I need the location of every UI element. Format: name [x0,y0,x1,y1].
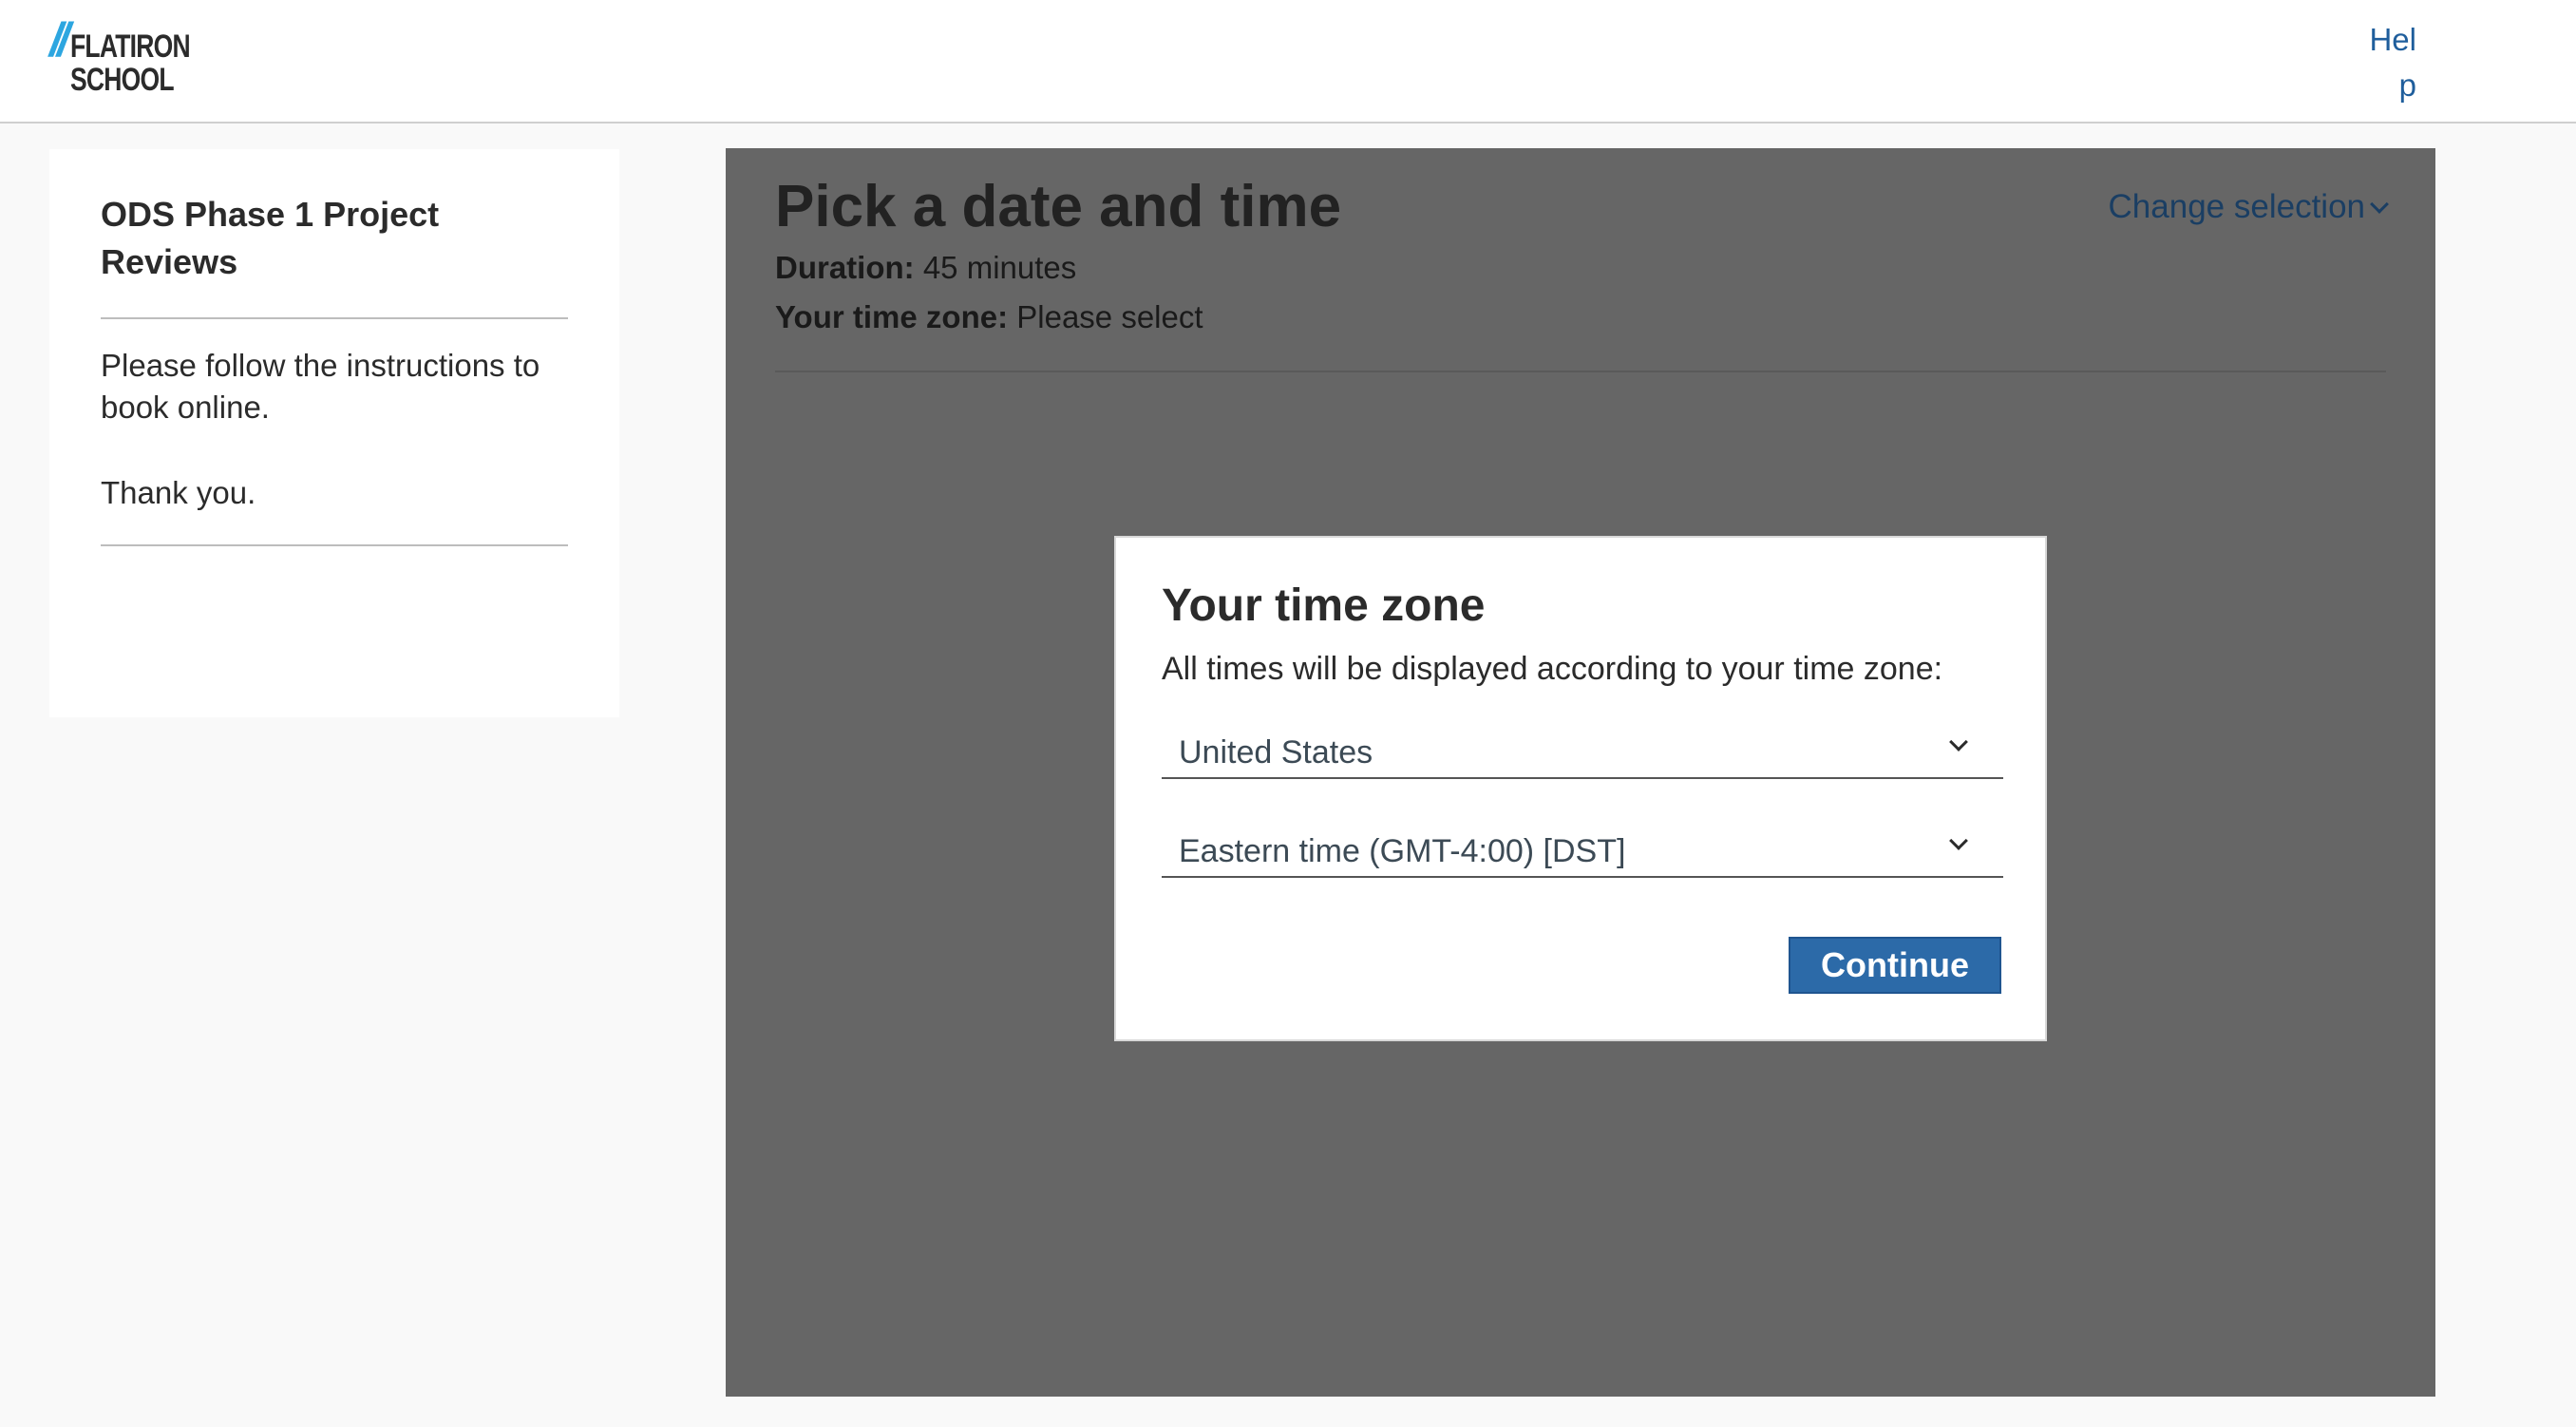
site-header: // FLATIRON SCHOOL Help [0,0,2576,124]
chevron-down-icon [2370,195,2389,214]
change-selection-label: Change selection [2108,188,2365,225]
timezone-select[interactable]: Eastern time (GMT-4:00) [DST] [1162,817,2003,878]
divider [775,371,2386,372]
help-link[interactable]: Help [2359,17,2416,108]
country-select-value: United States [1179,734,1373,771]
change-selection-button[interactable]: Change selection [2108,188,2389,226]
continue-button[interactable]: Continue [1789,937,2001,994]
divider [101,544,568,546]
thanks-text: Thank you. [101,475,256,510]
service-title: ODS Phase 1 Project Reviews [101,195,440,281]
duration-label: Duration: [775,250,915,285]
logo-line-1: FLATIRON [69,29,191,65]
divider [101,317,568,319]
logo-wordmark: FLATIRON SCHOOL [69,29,191,98]
service-info-card: ODS Phase 1 Project Reviews Please follo… [49,149,619,717]
duration-value: 45 minutes [922,250,1077,285]
country-select[interactable]: United States [1162,718,2003,779]
dialog-title: Your time zone [1162,580,1486,631]
logo-line-2: SCHOOL [69,62,175,98]
chevron-down-icon [1949,831,1968,850]
logo-slash-mark: // [49,13,70,67]
timezone-value: Please select [1016,299,1203,334]
timezone-label: Your time zone: [775,299,1009,334]
chevron-down-icon [1949,733,1968,752]
duration-line: Duration: 45 minutes [775,247,1076,289]
instructions-text: Please follow the instructions to book o… [101,348,540,425]
timezone-dialog: Your time zone All times will be display… [1114,536,2047,1041]
timezone-line: Your time zone: Please select [775,296,1203,338]
timezone-select-value: Eastern time (GMT-4:00) [DST] [1179,833,1626,869]
flatiron-logo[interactable]: // FLATIRON SCHOOL [49,13,223,98]
page-title: Pick a date and time [775,174,1342,239]
dialog-description: All times will be displayed according to… [1162,651,1943,687]
